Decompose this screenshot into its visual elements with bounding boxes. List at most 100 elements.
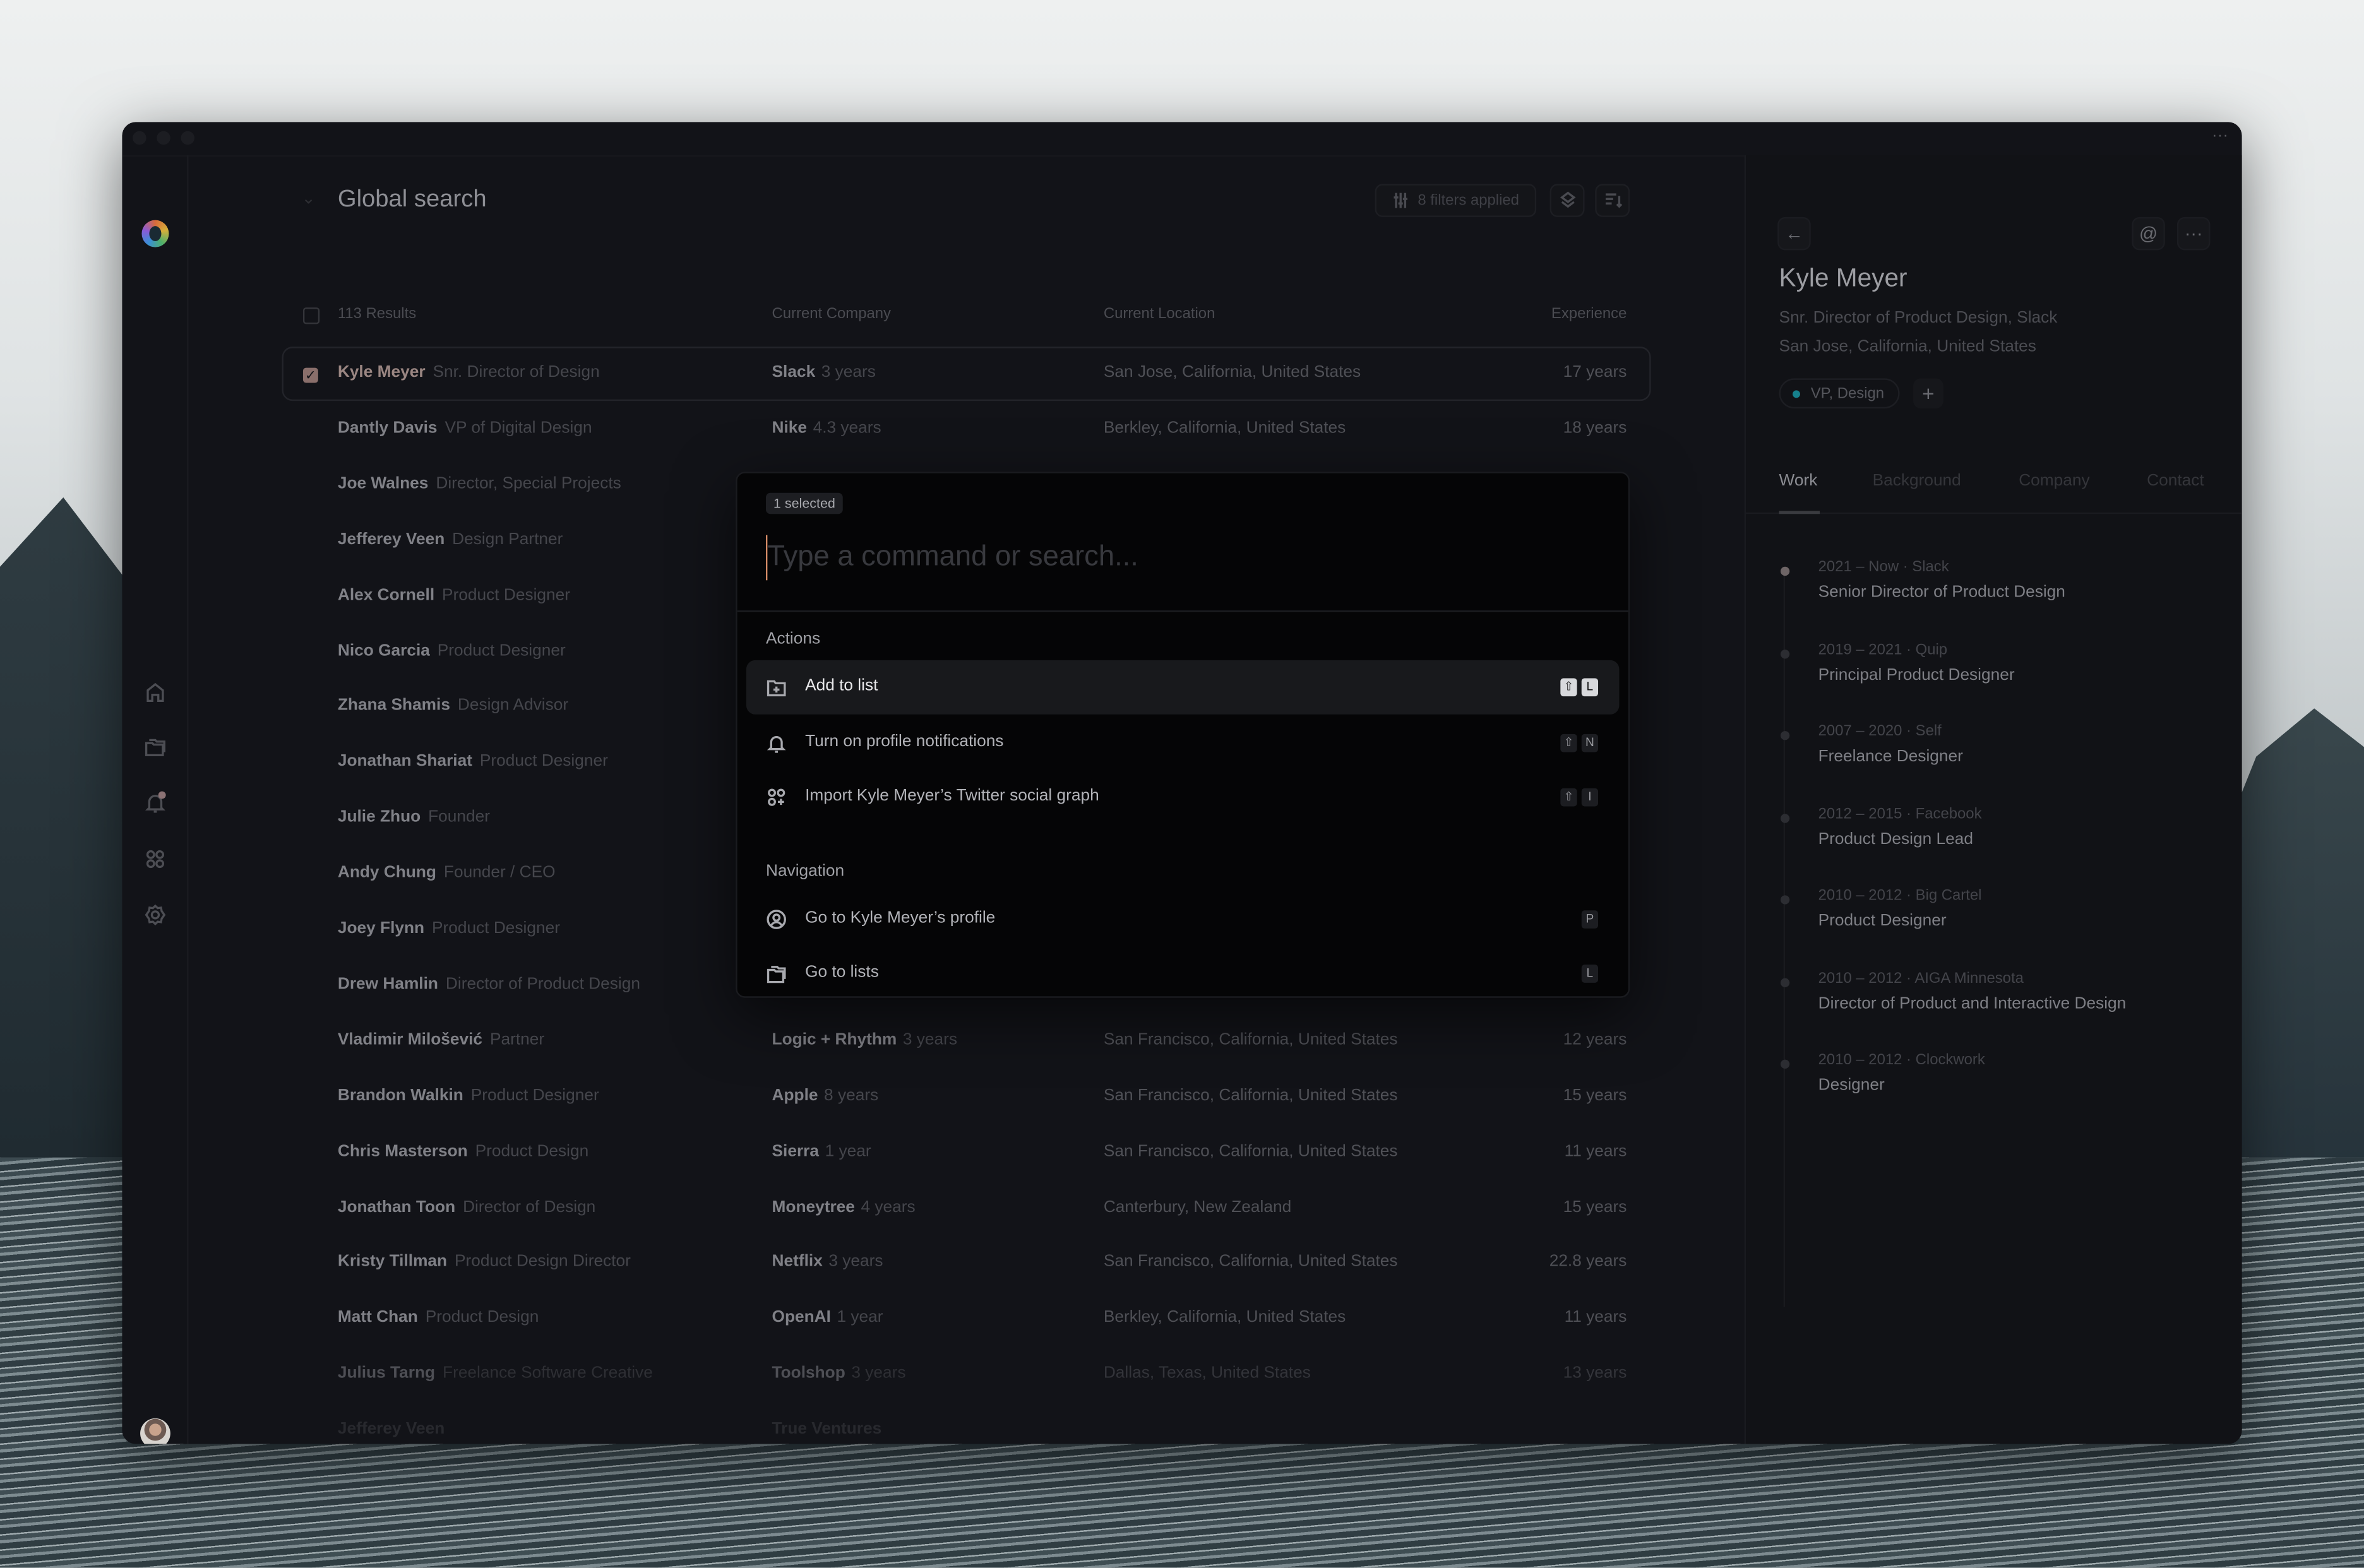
work-period: 2010 – 2012 · Big Cartel [1818, 888, 1982, 905]
person-name[interactable]: Dantly Davis VP of Digital Design [338, 419, 592, 437]
location: San Francisco, California, United States [1103, 1253, 1398, 1271]
person-title: Design Partner [452, 530, 563, 549]
work-role: Product Designer [1818, 912, 1947, 930]
folder-plus-icon [766, 677, 787, 698]
person-name[interactable]: Kyle Meyer Snr. Director of Design [338, 363, 600, 381]
add-tag-button[interactable]: + [1913, 378, 1943, 409]
person-name[interactable]: Drew Hamlin Director of Product Design [338, 975, 640, 994]
select-all-checkbox[interactable] [302, 307, 320, 324]
sliders-icon [1394, 193, 1408, 208]
command-label: Go to lists [805, 963, 879, 982]
sort-button[interactable] [1595, 184, 1630, 217]
person-name[interactable]: Jefferey Veen [338, 1420, 445, 1438]
person-name[interactable]: Jefferey Veen Design Partner [338, 530, 563, 549]
person-name[interactable]: Joe Walnes Director, Special Projects [338, 475, 621, 493]
person-name[interactable]: Jonathan Toon Director of Design [338, 1197, 595, 1216]
command-item[interactable]: Go to lists L [746, 947, 1620, 997]
minimize-window-button[interactable] [157, 131, 170, 145]
person-name[interactable]: Chris Masterson Product Design [338, 1142, 588, 1160]
command-label: Import Kyle Meyer’s Twitter social graph [805, 787, 1099, 805]
person-title: Product Design Director [455, 1253, 631, 1271]
person-name[interactable]: Alex Cornell Product Designer [338, 586, 570, 604]
filters-button[interactable]: 8 filters applied [1375, 184, 1537, 217]
command-search-input[interactable] [765, 535, 1597, 581]
company-tenure: 4.3 years [813, 419, 881, 437]
close-window-button[interactable] [133, 131, 146, 145]
person-name[interactable]: Julie Zhuo Founder [338, 808, 490, 826]
mention-button[interactable]: @ [2132, 217, 2165, 251]
table-row[interactable]: Chris Masterson Product Design Sierra 1 yea… [122, 1142, 1743, 1172]
chevron-down-icon[interactable]: ⌄ [302, 188, 316, 208]
experience: 12 years [1563, 1030, 1627, 1049]
person-name[interactable]: Jonathan Shariat Product Designer [338, 752, 608, 771]
table-row[interactable]: Brandon Walkin Product Designer Apple 8 yea… [122, 1086, 1743, 1117]
more-button[interactable]: ··· [2176, 217, 2211, 251]
command-item[interactable]: Go to Kyle Meyer’s profile P [746, 891, 1620, 946]
person-title: Product Designer [432, 919, 560, 938]
timeline-dot [1780, 566, 1790, 576]
work-period: 2007 – 2020 · Self [1818, 723, 1942, 740]
desktop: ··· ⌄ Global search 8 filters applied 11… [0, 0, 2364, 1568]
command-item[interactable]: Add to list ⇧ L [746, 660, 1620, 715]
shortcut-keys: ⇧ N [1560, 733, 1599, 752]
company-tenure: 1 year [825, 1141, 871, 1160]
table-row[interactable]: Julius Tarng Freelance Software Creative T… [122, 1364, 1743, 1394]
shortcut-keys: P [1581, 910, 1599, 928]
more-horizontal-icon[interactable]: ··· [2212, 127, 2228, 145]
column-header-experience[interactable]: Experience [1551, 306, 1627, 323]
company-tenure: 3 years [828, 1253, 883, 1271]
table-row[interactable]: ✓ Kyle Meyer Snr. Director of Design Slack 3… [122, 363, 1743, 393]
person-name[interactable]: Zhana Shamis Design Advisor [338, 697, 568, 715]
tab-company[interactable]: Company [2019, 472, 2089, 490]
person-name[interactable]: Joey Flynn Product Designer [338, 920, 560, 938]
person-name[interactable]: Brandon Walkin Product Designer [338, 1086, 599, 1105]
person-name[interactable]: Matt Chan Product Design [338, 1309, 539, 1327]
plus-icon: + [1922, 381, 1935, 406]
row-checkbox-checked[interactable]: ✓ [302, 367, 318, 383]
tag-color-dot [1793, 390, 1800, 398]
location: San Jose, California, United States [1103, 363, 1361, 382]
table-row[interactable]: Matt Chan Product Design OpenAI 1 year Berkl… [122, 1309, 1743, 1339]
shift-key-icon: ⇧ [1560, 733, 1577, 752]
work-period: 2012 – 2015 · Facebook [1818, 805, 1982, 823]
back-button[interactable]: ← [1777, 217, 1811, 251]
person-title: Snr. Director of Design [433, 363, 600, 382]
table-row[interactable]: Kristy Tillman Product Design Director Net… [122, 1253, 1743, 1283]
user-circle-icon [766, 908, 787, 929]
experience: 13 years [1563, 1364, 1627, 1383]
app-logo[interactable] [141, 220, 169, 247]
command-label: Go to Kyle Meyer’s profile [805, 908, 996, 927]
command-item[interactable]: Turn on profile notifications ⇧ N [746, 715, 1620, 769]
person-name[interactable]: Julius Tarng Freelance Software Creative [338, 1364, 653, 1382]
notification-dot [158, 791, 166, 799]
experience: 15 years [1563, 1197, 1627, 1216]
tab-background[interactable]: Background [1873, 472, 1961, 490]
person-name[interactable]: Andy Chung Founder / CEO [338, 864, 556, 882]
table-row[interactable]: Jefferey Veen True Ventures [122, 1420, 1743, 1444]
tabs-divider [1746, 512, 2242, 514]
table-row[interactable]: Vladimir Milošević Partner Logic + Rhythm 3… [122, 1031, 1743, 1061]
shift-key-icon: ⇧ [1560, 788, 1577, 807]
person-title: Partner [489, 1030, 545, 1049]
work-role: Senior Director of Product Design [1818, 583, 2065, 602]
person-name[interactable]: Vladimir Milošević Partner [338, 1031, 544, 1049]
command-item[interactable]: Import Kyle Meyer’s Twitter social graph… [746, 770, 1620, 824]
person-title: Founder / CEO [443, 864, 556, 882]
tab-contact[interactable]: Contact [2147, 472, 2204, 490]
layers-button[interactable] [1549, 184, 1585, 217]
table-row[interactable]: Dantly Davis VP of Digital Design Nike 4.3 … [122, 419, 1743, 449]
profile-location: San Jose, California, United States [1779, 337, 2036, 356]
zoom-window-button[interactable] [181, 131, 195, 145]
command-label: Add to list [805, 677, 878, 695]
column-header-company[interactable]: Current Company [772, 306, 891, 323]
shortcut-key: L [1581, 965, 1599, 983]
profile-tag[interactable]: VP, Design [1779, 378, 1899, 409]
work-period: 2010 – 2012 · AIGA Minnesota [1818, 970, 2024, 987]
company-tenure: 3 years [821, 363, 876, 382]
company-tenure: 4 years [861, 1197, 916, 1216]
tab-work[interactable]: Work [1779, 472, 1818, 490]
person-name[interactable]: Nico Garcia Product Designer [338, 641, 566, 660]
person-name[interactable]: Kristy Tillman Product Design Director [338, 1253, 631, 1271]
table-row[interactable]: Jonathan Toon Director of Design Moneytree… [122, 1197, 1743, 1228]
column-header-location[interactable]: Current Location [1104, 306, 1215, 323]
